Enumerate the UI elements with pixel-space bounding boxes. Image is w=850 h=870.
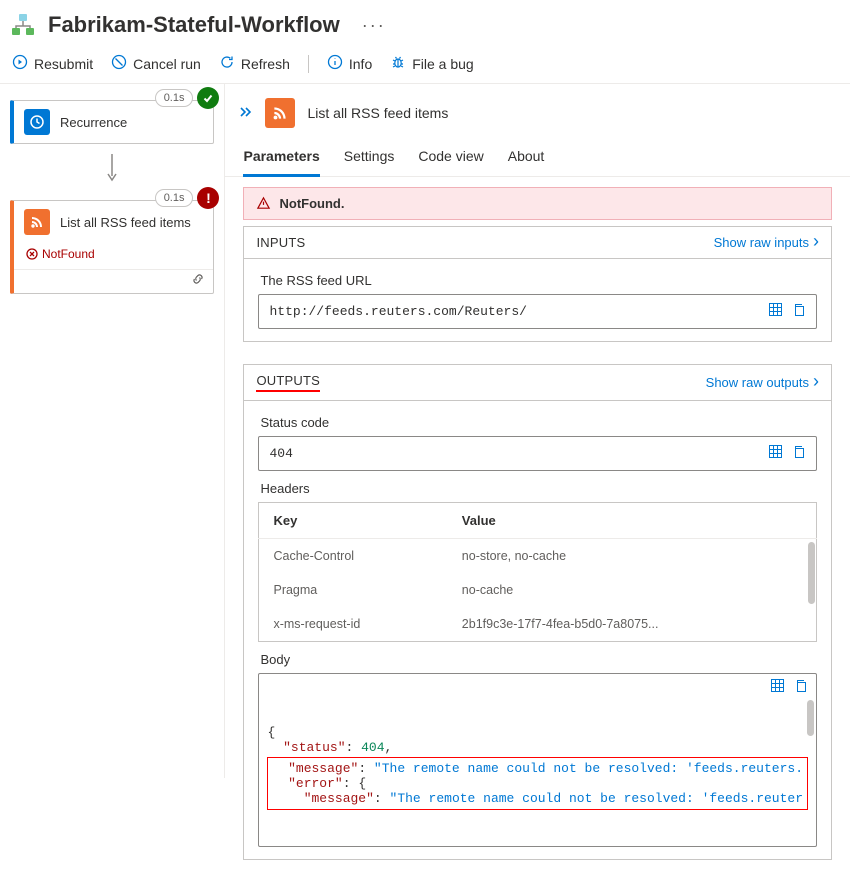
- grid-icon[interactable]: [770, 678, 785, 697]
- grid-icon[interactable]: [768, 302, 783, 321]
- status-code-label: Status code: [258, 405, 817, 436]
- table-row: Pragmano-cache: [259, 573, 817, 607]
- highlight-box: "message": "The remote name could not be…: [267, 757, 808, 810]
- rss-icon: [24, 209, 50, 235]
- headers-table: Key Value Cache-Controlno-store, no-cach…: [258, 502, 817, 642]
- rss-icon: [265, 98, 295, 128]
- body-value: { "status": 404, "message": "The remote …: [258, 673, 817, 847]
- inputs-heading: INPUTS: [256, 235, 305, 250]
- page-title: Fabrikam-Stateful-Workflow: [48, 12, 340, 38]
- detail-title: List all RSS feed items: [307, 105, 448, 121]
- body-label: Body: [258, 642, 817, 673]
- inputs-section: INPUTS Show raw inputs The RSS feed URL …: [243, 226, 832, 342]
- scrollbar[interactable]: [808, 542, 815, 604]
- collapse-icon[interactable]: [239, 105, 253, 122]
- workflow-canvas: 0.1s Recurrence 0.1s !: [0, 84, 225, 778]
- table-row: x-ms-request-id2b1f9c3e-17f7-4fea-b5d0-7…: [259, 607, 817, 642]
- grid-icon[interactable]: [768, 444, 783, 463]
- more-menu-button[interactable]: ···: [362, 15, 386, 36]
- tab-about[interactable]: About: [508, 142, 545, 176]
- alert-banner: NotFound.: [243, 187, 832, 220]
- time-badge: 0.1s: [155, 89, 194, 107]
- refresh-label: Refresh: [241, 56, 290, 72]
- tab-parameters[interactable]: Parameters: [243, 142, 319, 177]
- rss-url-label: The RSS feed URL: [258, 263, 817, 294]
- status-code-value: 404: [258, 436, 817, 471]
- file-bug-button[interactable]: File a bug: [390, 54, 473, 73]
- show-raw-outputs-link[interactable]: Show raw outputs: [706, 375, 819, 390]
- chevron-right-icon: [813, 235, 819, 250]
- cancel-run-button[interactable]: Cancel run: [111, 54, 201, 73]
- info-button[interactable]: Info: [327, 54, 372, 73]
- tab-code-view[interactable]: Code view: [418, 142, 483, 176]
- tab-settings[interactable]: Settings: [344, 142, 395, 176]
- bug-label: File a bug: [412, 56, 473, 72]
- toolbar: Resubmit Cancel run Refresh Info File a …: [0, 48, 850, 84]
- clock-icon: [24, 109, 50, 135]
- outputs-heading: OUTPUTS: [256, 373, 320, 392]
- link-icon[interactable]: [191, 272, 205, 289]
- cancel-label: Cancel run: [133, 56, 201, 72]
- show-raw-inputs-link[interactable]: Show raw inputs: [714, 235, 819, 250]
- node-label: List all RSS feed items: [60, 215, 191, 230]
- copy-icon[interactable]: [793, 678, 808, 697]
- page-header: Fabrikam-Stateful-Workflow ···: [0, 0, 850, 48]
- node-label: Recurrence: [60, 115, 127, 130]
- detail-panel: List all RSS feed items Parameters Setti…: [225, 84, 850, 778]
- resubmit-label: Resubmit: [34, 56, 93, 72]
- rss-url-value: http://feeds.reuters.com/Reuters/: [258, 294, 817, 329]
- copy-icon[interactable]: [791, 444, 806, 463]
- success-icon: [197, 87, 219, 109]
- refresh-icon: [219, 54, 235, 73]
- time-badge: 0.1s: [155, 189, 194, 207]
- chevron-right-icon: [813, 375, 819, 390]
- info-icon: [327, 54, 343, 73]
- bug-icon: [390, 54, 406, 73]
- resubmit-icon: [12, 54, 28, 73]
- scrollbar[interactable]: [807, 700, 814, 736]
- col-value: Value: [448, 503, 817, 539]
- info-label: Info: [349, 56, 372, 72]
- node-recurrence[interactable]: 0.1s Recurrence: [10, 100, 214, 144]
- node-rss[interactable]: 0.1s ! List all RSS feed items NotFound: [10, 200, 214, 294]
- table-row: Cache-Controlno-store, no-cache: [259, 539, 817, 574]
- error-icon: !: [197, 187, 219, 209]
- col-key: Key: [259, 503, 448, 539]
- resubmit-button[interactable]: Resubmit: [12, 54, 93, 73]
- headers-label: Headers: [258, 471, 817, 502]
- node-error-text: NotFound: [14, 243, 213, 269]
- refresh-button[interactable]: Refresh: [219, 54, 290, 73]
- cancel-icon: [111, 54, 127, 73]
- workflow-icon: [10, 12, 36, 38]
- copy-icon[interactable]: [791, 302, 806, 321]
- separator: [308, 55, 309, 73]
- outputs-section: OUTPUTS Show raw outputs Status code 404: [243, 364, 832, 860]
